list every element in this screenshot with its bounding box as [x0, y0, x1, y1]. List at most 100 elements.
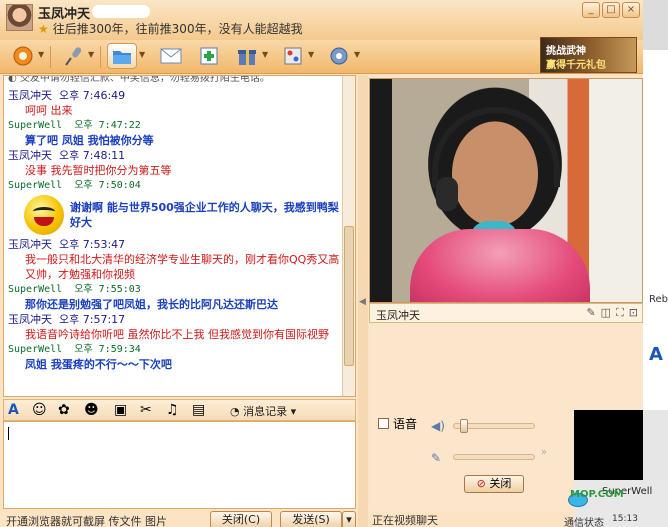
- message-header: 玉凤冲天 오후 7:46:49: [8, 89, 126, 102]
- more-tools-icon[interactable]: ▤: [192, 402, 205, 418]
- local-video-preview: [574, 410, 643, 480]
- background-window-top: [643, 0, 668, 50]
- text-caret: [8, 427, 9, 440]
- popout-icon[interactable]: ⊡: [629, 306, 638, 320]
- chat-window: 玉凤冲天 ★ 往后推300年，往前推300年，没有人能超越我 _ □ × ▼ ▼ …: [0, 0, 643, 527]
- toolbar-divider: [100, 46, 101, 68]
- safety-notice: ◐ 交友中请勿轻信汇款、中奖信息，勿轻易拨打陌生电话。: [8, 75, 341, 88]
- minimize-button[interactable]: _: [582, 2, 600, 18]
- magic-emoticon-icon[interactable]: ✿: [58, 402, 70, 418]
- input-toolbar: A ☺ ✿ ☻ ▣ ✂ ♫ ▤ ◔ 消息记录 ▾: [3, 399, 356, 421]
- background-text: Reb: [649, 294, 668, 305]
- message-list: ◐ 交友中请勿轻信汇款、中奖信息，勿轻易拨打陌生电话。 玉凤冲天 오후 7:46…: [8, 76, 341, 372]
- message-text: 我语音吟诗给你听吧 虽然你比不上我 但我感觉到你有国际视野: [25, 328, 329, 341]
- add-app-icon[interactable]: [194, 43, 224, 69]
- message-with-emoticon: 谢谢啊 能与世界500强企业工作的人聊天，我感到鸭梨好大: [8, 193, 341, 237]
- voice-checkbox[interactable]: [378, 418, 389, 429]
- call-time: 15:13: [612, 514, 638, 524]
- snapshot-icon[interactable]: ◫: [601, 306, 611, 320]
- signature-text: 往后推300年，往前推300年，没有人能超越我: [52, 22, 303, 36]
- edit-icon[interactable]: ✎: [586, 306, 595, 320]
- title-bar: 玉凤冲天 ★ 往后推300年，往前推300年，没有人能超越我 _ □ ×: [0, 0, 643, 40]
- panel-splitter[interactable]: ◀: [358, 75, 368, 527]
- maximize-button[interactable]: □: [602, 2, 620, 18]
- toolbar-divider: [50, 46, 51, 68]
- video-call-icon[interactable]: [8, 43, 38, 69]
- font-icon[interactable]: A: [8, 402, 19, 418]
- contact-signature: ★ 往后推300年，往前推300年，没有人能超越我: [38, 20, 303, 37]
- message-header: 玉凤冲天 오후 7:48:11: [8, 149, 126, 162]
- microphone-icon[interactable]: ✎: [431, 451, 441, 465]
- message-text: 凤姐 我蛋疼的不行～～下次吧: [25, 358, 172, 371]
- expand-icon[interactable]: »: [541, 447, 547, 458]
- chat-scrollbar[interactable]: [342, 76, 355, 396]
- message-text: 呵呵 出来: [25, 104, 73, 117]
- chevron-down-icon[interactable]: ▼: [308, 50, 314, 59]
- ad-line-2: 赢得千元礼包: [546, 60, 606, 71]
- nudge-icon[interactable]: ☻: [84, 402, 99, 418]
- chevron-down-icon[interactable]: ▼: [262, 50, 268, 59]
- message-header: SuperWell 오후 7:59:34: [8, 344, 141, 355]
- chevron-down-icon[interactable]: ▼: [88, 50, 94, 59]
- speaker-volume-slider[interactable]: [453, 419, 535, 433]
- video-contact-name: 玉凤冲天: [376, 309, 420, 322]
- mini-window-bar: SuperWell 通信状态 15:13: [564, 480, 668, 527]
- message-input[interactable]: [3, 421, 356, 509]
- video-controls: ✎ ◫ ⛶ ⊡: [586, 306, 638, 320]
- message-text: 谢谢啊 能与世界500强企业工作的人聊天，我感到鸭梨好大: [70, 201, 339, 229]
- microphone-icon[interactable]: [58, 43, 88, 69]
- voice-label: 语音: [393, 417, 418, 431]
- chevron-down-icon[interactable]: ▼: [38, 50, 44, 59]
- smiley-emoticon-icon: [24, 195, 64, 235]
- game-icon[interactable]: [278, 43, 308, 69]
- clock-icon: ◔: [230, 405, 244, 418]
- message-header: 玉凤冲天 오후 7:57:17: [8, 313, 126, 326]
- chevron-down-icon[interactable]: ▼: [354, 50, 360, 59]
- send-file-icon[interactable]: [107, 43, 137, 69]
- collapse-arrow-icon[interactable]: ◀: [359, 297, 366, 307]
- screenshot-icon[interactable]: ✂: [140, 402, 152, 418]
- speaker-icon[interactable]: ◀): [431, 419, 445, 433]
- message-text: 没事 我先暂时把你分为第五等: [25, 164, 172, 177]
- font-icon: A: [649, 344, 663, 365]
- close-chat-button[interactable]: 关闭(C): [210, 511, 272, 527]
- voice-toggle[interactable]: 语音: [378, 415, 417, 432]
- headphone-ear-shape: [436, 177, 458, 211]
- stop-icon: ⊘: [476, 477, 486, 490]
- message-text: 我一般只和北大清华的经济学专业生聊天的，刚才看你QQ秀又高又帅，才勉强和你视频: [25, 253, 340, 281]
- message-record-button[interactable]: ◔ 消息记录 ▾: [230, 403, 296, 419]
- slider-knob[interactable]: [460, 419, 468, 433]
- chat-history[interactable]: ◐ 交友中请勿轻信汇款、中奖信息，勿轻易拨打陌生电话。 玉凤冲天 오후 7:46…: [3, 75, 356, 397]
- close-window-button[interactable]: ×: [622, 2, 640, 18]
- mail-icon[interactable]: [156, 43, 186, 69]
- message-header: SuperWell 오후 7:55:03: [8, 284, 141, 295]
- message-text: 那你还是别勉强了吧凤姐，我长的比阿凡达还斯巴达: [25, 298, 278, 311]
- message-header: 玉凤冲天 오후 7:53:47: [8, 238, 126, 251]
- send-button[interactable]: 发送(S): [280, 511, 342, 527]
- chevron-down-icon[interactable]: ▼: [139, 50, 145, 59]
- connection-status: 通信状态: [564, 518, 604, 527]
- mini-window-edge: [643, 410, 668, 480]
- contact-avatar[interactable]: [6, 4, 33, 31]
- gift-icon[interactable]: [232, 43, 262, 69]
- emoticon-icon[interactable]: ☺: [32, 402, 47, 418]
- settings-icon[interactable]: [324, 43, 354, 69]
- bottom-bar: 开通浏览器就可截屏 传文件 图片 关闭(C) 发送(S) ▾: [0, 511, 360, 527]
- mini-video-window[interactable]: SuperWell 通信状态 15:13: [564, 410, 668, 527]
- shirt-shape: [410, 229, 590, 302]
- mic-volume-slider[interactable]: [453, 454, 535, 460]
- feature-hint-link[interactable]: 开通浏览器就可截屏 传文件 图片: [6, 513, 167, 527]
- send-options-chevron-icon[interactable]: ▾: [342, 511, 356, 527]
- remote-video[interactable]: [369, 78, 643, 303]
- message-header: SuperWell 오후 7:47:22: [8, 120, 141, 131]
- close-video-button[interactable]: ⊘ 关闭: [464, 475, 524, 493]
- scrollbar-thumb[interactable]: [344, 226, 354, 366]
- game-ad-banner[interactable]: 挑战武神 赢得千元礼包: [540, 37, 637, 73]
- video-caption-bar: 玉凤冲天 ✎ ◫ ⛶ ⊡: [369, 303, 643, 323]
- fullscreen-icon[interactable]: ⛶: [616, 306, 624, 320]
- info-icon: ◐: [8, 75, 20, 84]
- picture-icon[interactable]: ▣: [114, 402, 127, 418]
- music-icon[interactable]: ♫: [166, 402, 179, 418]
- window-controls: _ □ ×: [582, 2, 640, 18]
- redacted-name-blur: [92, 5, 150, 18]
